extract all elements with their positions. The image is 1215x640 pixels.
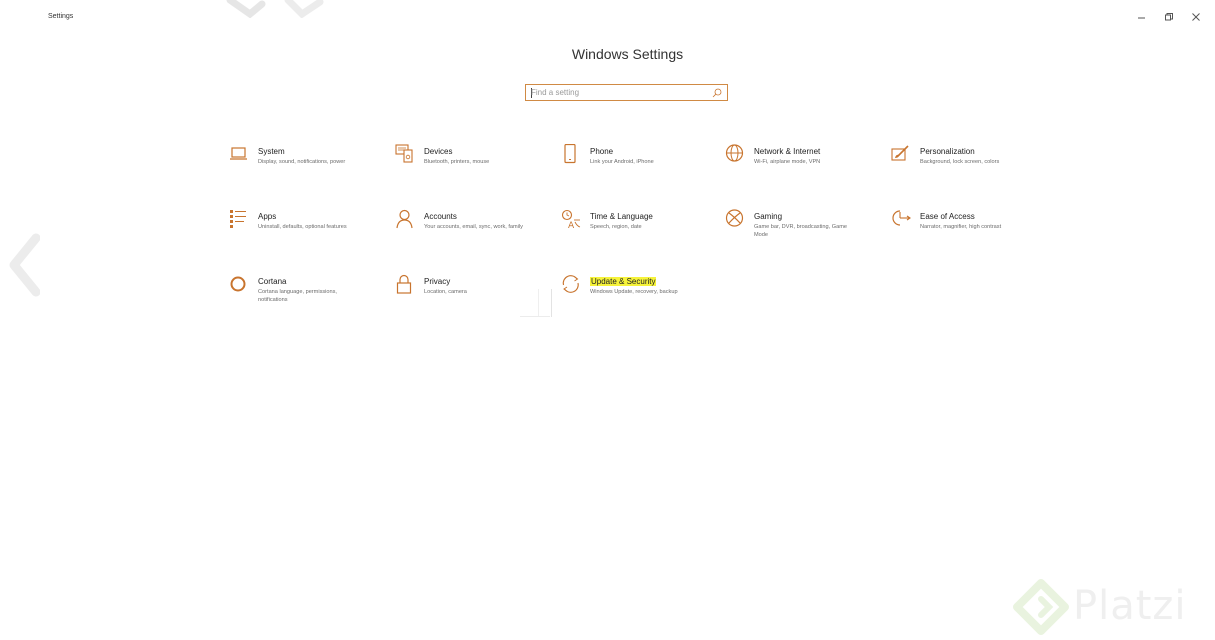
tile-description: Wi-Fi, airplane mode, VPN bbox=[754, 159, 821, 165]
settings-tile-apps[interactable]: Apps Uninstall, defaults, optional featu… bbox=[229, 209, 379, 253]
settings-tile-accounts[interactable]: Accounts Your accounts, email, sync, wor… bbox=[395, 209, 545, 253]
tile-name: Personalization bbox=[920, 147, 975, 156]
settings-tile-network[interactable]: Network & Internet Wi-Fi, airplane mode,… bbox=[725, 144, 875, 188]
tile-name: Privacy bbox=[424, 277, 451, 286]
restore-icon bbox=[1164, 13, 1173, 21]
devices-icon bbox=[395, 144, 415, 164]
tile-description: Windows Update, recovery, backup bbox=[590, 289, 678, 295]
tile-name: System bbox=[258, 147, 285, 156]
restore-button[interactable] bbox=[1155, 9, 1182, 25]
window-controls bbox=[1128, 9, 1209, 25]
settings-tile-personalization[interactable]: Personalization Background, lock screen,… bbox=[891, 144, 1041, 188]
platzi-logo-icon bbox=[1013, 579, 1069, 635]
settings-tile-time-language[interactable]: A Time & Language Speech, region, date bbox=[561, 209, 711, 253]
settings-tile-gaming[interactable]: Gaming Game bar, DVR, broadcasting, Game… bbox=[725, 209, 875, 253]
tile-description: Uninstall, defaults, optional features bbox=[258, 224, 347, 230]
chevron-left-icon[interactable] bbox=[8, 232, 40, 298]
phone-icon bbox=[561, 144, 581, 164]
tile-description: Narrator, magnifier, high contrast bbox=[920, 224, 1002, 230]
ease-of-access-icon bbox=[891, 209, 911, 229]
settings-tile-devices[interactable]: Devices Bluetooth, printers, mouse bbox=[395, 144, 545, 188]
tile-name: Accounts bbox=[424, 212, 457, 221]
globe-icon bbox=[725, 144, 745, 164]
xbox-icon bbox=[725, 209, 745, 229]
tile-name: Time & Language bbox=[590, 212, 653, 221]
minimize-icon bbox=[1137, 17, 1145, 19]
person-icon bbox=[395, 209, 415, 229]
tile-description: Display, sound, notifications, power bbox=[258, 159, 346, 165]
title-bar: Settings bbox=[0, 0, 1215, 34]
focus-line bbox=[551, 289, 552, 317]
app-title: Settings bbox=[48, 13, 74, 20]
focus-line bbox=[520, 316, 550, 317]
tile-name: Network & Internet bbox=[754, 147, 821, 156]
tile-description: Link your Android, iPhone bbox=[590, 159, 654, 165]
cortana-ring-icon bbox=[229, 274, 249, 294]
close-button[interactable] bbox=[1182, 9, 1209, 25]
search-box[interactable] bbox=[525, 84, 728, 101]
tile-description: Cortana language, permissions, notificat… bbox=[258, 289, 337, 303]
time-language-icon: A bbox=[561, 209, 581, 229]
tile-description: Bluetooth, printers, mouse bbox=[424, 159, 490, 165]
svg-text:A: A bbox=[568, 221, 575, 229]
tile-description: Your accounts, email, sync, work, family bbox=[424, 224, 523, 230]
tile-description: Location, camera bbox=[424, 289, 467, 295]
tile-name: Update & Security bbox=[590, 277, 657, 286]
apps-list-icon bbox=[229, 209, 249, 229]
tile-description: Speech, region, date bbox=[590, 224, 642, 230]
minimize-button[interactable] bbox=[1128, 9, 1155, 25]
settings-tile-update-security[interactable]: Update & Security Windows Update, recove… bbox=[561, 274, 711, 318]
settings-tile-privacy[interactable]: Privacy Location, camera bbox=[395, 274, 545, 318]
tile-name: Ease of Access bbox=[920, 212, 975, 221]
tile-description: Background, lock screen, colors bbox=[920, 159, 1000, 165]
tile-name: Cortana bbox=[258, 277, 287, 286]
settings-tile-cortana[interactable]: Cortana Cortana language, permissions, n… bbox=[229, 274, 379, 318]
search-input[interactable] bbox=[531, 86, 711, 99]
platzi-watermark: Platzi bbox=[1013, 576, 1215, 640]
tile-name: Gaming bbox=[754, 212, 783, 221]
platzi-wordmark: Platzi bbox=[1073, 583, 1187, 629]
focus-line bbox=[538, 289, 539, 317]
close-icon bbox=[1191, 13, 1200, 21]
tile-name: Phone bbox=[590, 147, 614, 156]
tile-name: Apps bbox=[258, 212, 277, 221]
settings-tile-phone[interactable]: Phone Link your Android, iPhone bbox=[561, 144, 711, 188]
lock-icon bbox=[395, 274, 415, 294]
search-icon[interactable] bbox=[712, 88, 722, 98]
laptop-icon bbox=[229, 144, 249, 164]
tile-description: Game bar, DVR, broadcasting, Game Mode bbox=[754, 224, 847, 238]
settings-tile-ease-of-access[interactable]: Ease of Access Narrator, magnifier, high… bbox=[891, 209, 1041, 253]
paintbrush-icon bbox=[891, 144, 911, 164]
page-title: Windows Settings bbox=[571, 46, 684, 62]
highlight-mark: Update & Security bbox=[590, 277, 657, 286]
settings-tile-system[interactable]: System Display, sound, notifications, po… bbox=[229, 144, 379, 188]
tile-name: Devices bbox=[424, 147, 453, 156]
sync-arrows-icon bbox=[561, 274, 581, 294]
